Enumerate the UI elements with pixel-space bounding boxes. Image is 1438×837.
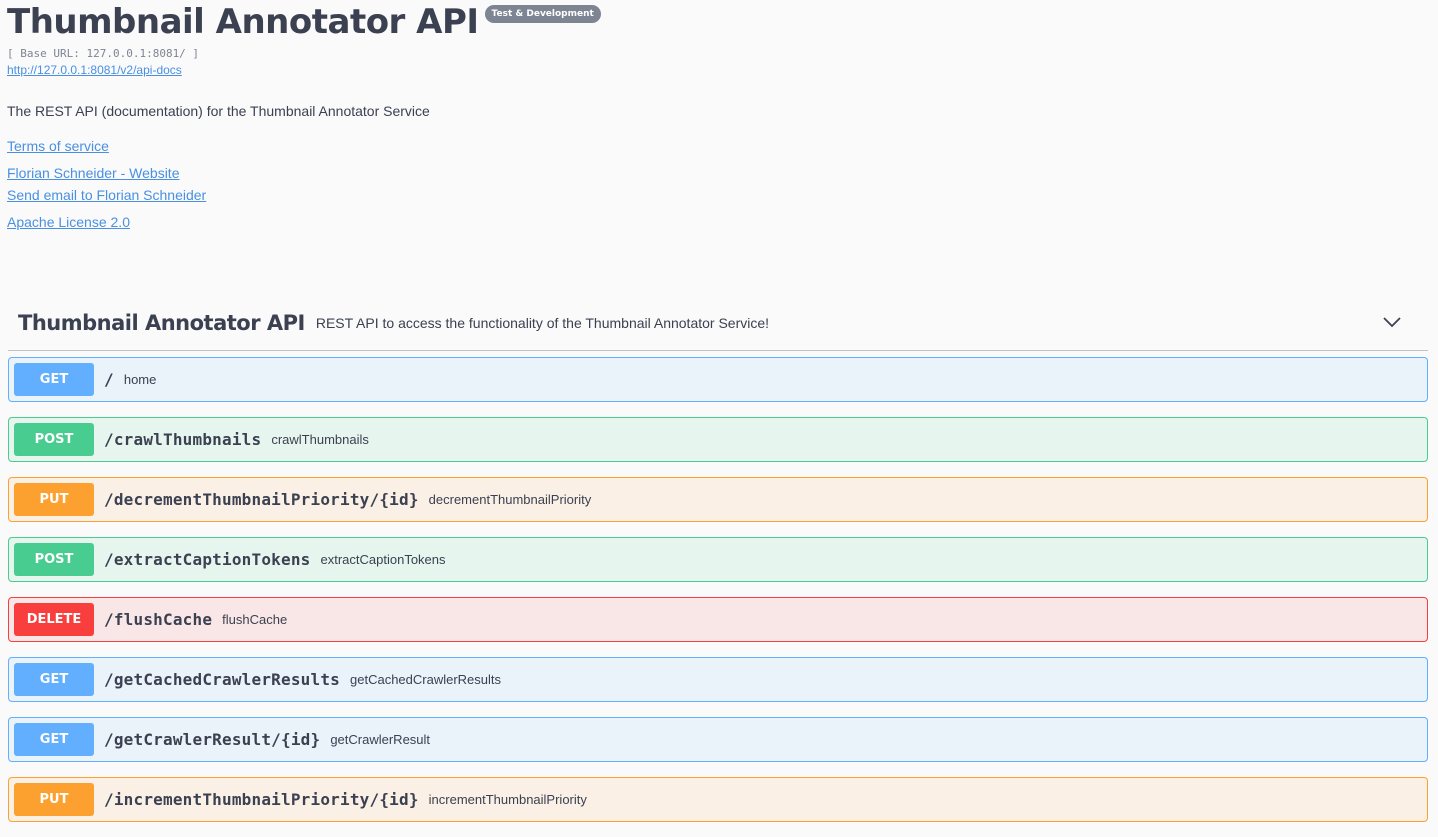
method-badge: DELETE — [14, 603, 94, 636]
method-badge: PUT — [14, 483, 94, 516]
method-badge: GET — [14, 363, 94, 396]
operation-path: /incrementThumbnailPriority/{id} — [104, 790, 419, 809]
operation-path: /crawlThumbnails — [104, 430, 262, 449]
operation-row[interactable]: GET /getCrawlerResult/{id} getCrawlerRes… — [8, 717, 1428, 762]
api-description: The REST API (documentation) for the Thu… — [7, 103, 430, 119]
contact-website-link[interactable]: Florian Schneider - Website — [7, 163, 1438, 183]
version-badge: Test & Development — [484, 5, 601, 23]
operation-row[interactable]: PUT /decrementThumbnailPriority/{id} dec… — [8, 477, 1428, 522]
method-badge: POST — [14, 423, 94, 456]
api-info: Thumbnail Annotator API Test & Developme… — [0, 0, 1438, 232]
api-title: Thumbnail Annotator API — [7, 2, 479, 42]
operation-row[interactable]: GET / home — [8, 357, 1428, 402]
license-link[interactable]: Apache License 2.0 — [7, 212, 1438, 232]
method-badge: PUT — [14, 783, 94, 816]
operation-path: / — [104, 370, 114, 389]
operation-summary: incrementThumbnailPriority — [428, 792, 587, 807]
operation-summary: getCrawlerResult — [330, 732, 431, 747]
method-badge: POST — [14, 543, 94, 576]
operation-row[interactable]: GET /getCachedCrawlerResults getCachedCr… — [8, 657, 1428, 702]
tag-name: Thumbnail Annotator API — [18, 311, 305, 335]
method-badge: GET — [14, 723, 94, 756]
base-url: [ Base URL: 127.0.0.1:8081/ ] — [7, 47, 200, 60]
operation-summary: extractCaptionTokens — [320, 552, 446, 567]
operation-summary: home — [123, 372, 157, 387]
contact-email-link[interactable]: Send email to Florian Schneider — [7, 185, 1438, 205]
title-row: Thumbnail Annotator API Test & Developme… — [7, 0, 1438, 44]
operation-summary: decrementThumbnailPriority — [428, 492, 592, 507]
operation-path: /flushCache — [104, 610, 213, 629]
operation-row[interactable]: POST /extractCaptionTokens extractCaptio… — [8, 537, 1428, 582]
operation-path: /extractCaptionTokens — [104, 550, 311, 569]
operation-summary: getCachedCrawlerResults — [350, 672, 502, 687]
tag-header[interactable]: Thumbnail Annotator API REST API to acce… — [8, 296, 1428, 351]
operation-row[interactable]: PUT /incrementThumbnailPriority/{id} inc… — [8, 777, 1428, 822]
operations-list: GET / home POST /crawlThumbnails crawlTh… — [8, 357, 1428, 822]
operation-path: /getCrawlerResult/{id} — [104, 730, 321, 749]
operation-summary: crawlThumbnails — [271, 432, 369, 447]
operation-row[interactable]: POST /crawlThumbnails crawlThumbnails — [8, 417, 1428, 462]
chevron-down-icon[interactable] — [1382, 312, 1402, 332]
tag-section: Thumbnail Annotator API REST API to acce… — [8, 296, 1428, 837]
api-docs-link[interactable]: http://127.0.0.1:8081/v2/api-docs — [7, 62, 1438, 78]
operation-path: /decrementThumbnailPriority/{id} — [104, 490, 419, 509]
operation-summary: flushCache — [222, 612, 288, 627]
terms-of-service-link[interactable]: Terms of service — [7, 136, 1438, 156]
operation-path: /getCachedCrawlerResults — [104, 670, 340, 689]
method-badge: GET — [14, 663, 94, 696]
operation-row[interactable]: DELETE /flushCache flushCache — [8, 597, 1428, 642]
tag-description: REST API to access the functionality of … — [315, 315, 770, 331]
